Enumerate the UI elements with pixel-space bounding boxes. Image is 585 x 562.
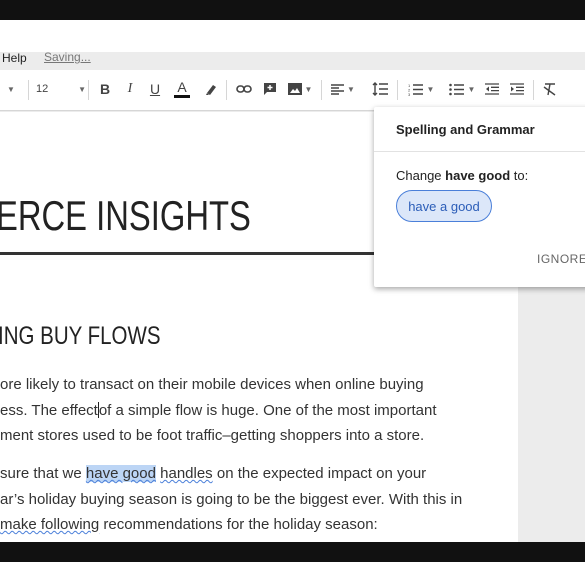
insert-link-button[interactable] (233, 70, 255, 108)
numbered-list-button[interactable]: 123 ▼ (404, 70, 438, 108)
chevron-down-icon: ▼ (304, 84, 313, 94)
change-instruction: Change have good to: (396, 168, 529, 183)
bulleted-list-icon (448, 83, 464, 95)
paragraph-2: sure that we have good handles on the ex… (0, 461, 462, 538)
clear-formatting-button[interactable] (540, 70, 560, 108)
highlighter-icon (206, 85, 216, 95)
increase-indent-icon (510, 83, 524, 95)
clear-formatting-icon (543, 82, 556, 96)
font-size-dropdown[interactable]: 12 ▼ (36, 70, 86, 108)
paragraph-1: ore likely to transact on their mobile d… (0, 372, 437, 449)
panel-divider (374, 151, 585, 152)
saving-status[interactable]: Saving... (44, 50, 91, 64)
chevron-down-icon: ▼ (426, 84, 435, 94)
link-icon (236, 85, 252, 93)
toolbar-divider (397, 80, 398, 100)
toolbar-divider (226, 80, 227, 100)
decrease-indent-button[interactable] (482, 70, 502, 108)
toolbar-divider (28, 80, 29, 100)
align-left-icon (331, 83, 345, 95)
paragraph-line: ment stores used to be foot traffic–gett… (0, 427, 425, 444)
text-color-icon: A (177, 78, 187, 95)
paragraph-line: ar’s holiday buying season is going to b… (0, 490, 463, 508)
increase-indent-button[interactable] (507, 70, 527, 108)
insert-comment-button[interactable] (259, 70, 281, 108)
numbered-list-icon: 123 (408, 83, 423, 96)
menu-help[interactable]: Help (2, 51, 27, 65)
line-spacing-button[interactable] (370, 70, 390, 108)
line-spacing-icon (372, 82, 388, 96)
text-color-button[interactable]: A (171, 70, 193, 108)
paragraph-line: sure that we have good handles on the ex… (0, 465, 427, 482)
toolbar-divider (533, 80, 534, 100)
ignore-button[interactable]: IGNORE (537, 252, 585, 266)
underline-button[interactable]: U (144, 70, 166, 108)
style-dropdown[interactable]: ▼ (0, 70, 22, 108)
image-icon (287, 83, 302, 95)
paragraph-line: ore likely to transact on their mobile d… (0, 376, 424, 393)
bold-button[interactable]: B (94, 70, 116, 108)
chevron-down-icon: ▼ (347, 84, 355, 94)
flagged-phrase-have-good[interactable]: have good (85, 465, 156, 482)
toolbar-divider (88, 80, 89, 100)
document-heading-2: ING BUY FLOWS (0, 322, 161, 350)
menu-bar: Help Saving... (0, 20, 585, 65)
paragraph-line: make following recommendations for the h… (0, 516, 378, 533)
suggestion-chip[interactable]: have a good (396, 190, 492, 222)
highlight-color-button[interactable] (200, 70, 222, 108)
chevron-down-icon: ▼ (467, 84, 476, 94)
align-dropdown[interactable]: ▼ (328, 70, 358, 108)
formatting-toolbar: ▼ 12 ▼ B I U A ▼ ▼ 1 2 3 ▼ ▼ (0, 70, 585, 111)
panel-title: Spelling and Grammar (396, 122, 535, 137)
docs-window: Help Saving... ▼ 12 ▼ B I U A ▼ ▼ 1 2 3 … (0, 20, 585, 542)
document-heading-1: ERCE INSIGHTS (0, 192, 251, 239)
spelling-grammar-panel: Spelling and Grammar Change have good to… (374, 107, 585, 287)
paragraph-line: ess. The effectof a simple flow is huge.… (0, 401, 437, 419)
bulleted-list-button[interactable]: ▼ (445, 70, 479, 108)
italic-button[interactable]: I (119, 70, 141, 108)
font-size-value: 12 (36, 83, 49, 95)
svg-text:3: 3 (408, 92, 411, 96)
chevron-down-icon: ▼ (7, 84, 15, 94)
insert-image-button[interactable]: ▼ (285, 70, 315, 108)
flagged-phrase-make-following[interactable]: make following (0, 516, 99, 533)
add-comment-icon (264, 83, 276, 95)
flagged-text: have good (445, 168, 511, 183)
toolbar-divider (321, 80, 322, 100)
flagged-word-handles[interactable]: handles (160, 465, 213, 482)
chevron-down-icon: ▼ (78, 84, 86, 94)
heading-divider-line (0, 252, 374, 255)
decrease-indent-icon (485, 83, 499, 95)
